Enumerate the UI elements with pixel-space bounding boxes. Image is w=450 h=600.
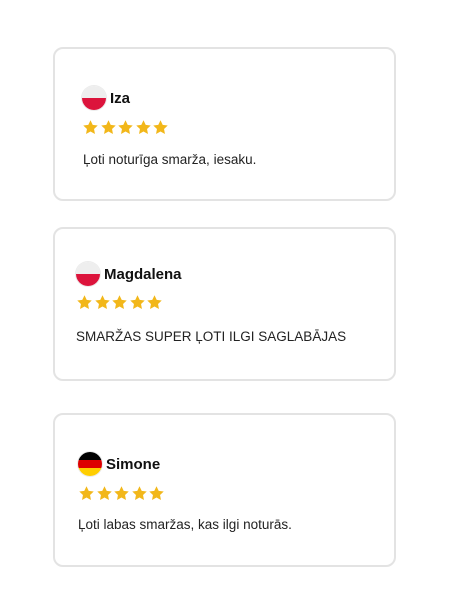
reviewer-name: Simone: [106, 455, 161, 473]
star-icon: [111, 294, 128, 311]
star-icon: [76, 294, 93, 311]
star-icon: [152, 119, 169, 136]
star-icon: [135, 119, 152, 136]
star-rating: [82, 119, 170, 137]
star-icon: [113, 485, 130, 502]
review-card: Iza Ļoti noturīga smarža, iesaku.: [53, 47, 396, 201]
poland-flag-icon: [82, 86, 106, 110]
star-icon: [100, 119, 117, 136]
review-text: Ļoti noturīga smarža, iesaku.: [83, 152, 257, 167]
star-icon: [131, 485, 148, 502]
star-rating: [78, 485, 166, 503]
star-icon: [82, 119, 99, 136]
reviewer-name: Magdalena: [104, 265, 182, 283]
reviewer-name: Iza: [110, 89, 131, 107]
germany-flag-icon: [78, 452, 102, 476]
star-icon: [148, 485, 165, 502]
review-text: SMARŽAS SUPER ĻOTI ILGI SAGLABĀJAS: [76, 329, 347, 344]
star-icon: [129, 294, 146, 311]
star-icon: [78, 485, 95, 502]
star-icon: [117, 119, 134, 136]
star-icon: [94, 294, 111, 311]
star-icon: [96, 485, 113, 502]
review-card: Magdalena SMARŽAS SUPER ĻOTI ILGI SAGLAB…: [53, 227, 396, 381]
reviewer: Magdalena: [76, 262, 182, 286]
poland-flag-icon: [76, 262, 100, 286]
star-rating: [76, 294, 164, 312]
reviewer: Iza: [82, 86, 130, 110]
star-icon: [146, 294, 163, 311]
review-card: Simone Ļoti labas smaržas, kas ilgi notu…: [53, 413, 396, 567]
review-text: Ļoti labas smaržas, kas ilgi noturās.: [78, 517, 292, 532]
reviews-page: Iza Ļoti noturīga smarža, iesaku. Magdal…: [0, 0, 450, 600]
reviewer: Simone: [78, 452, 160, 476]
